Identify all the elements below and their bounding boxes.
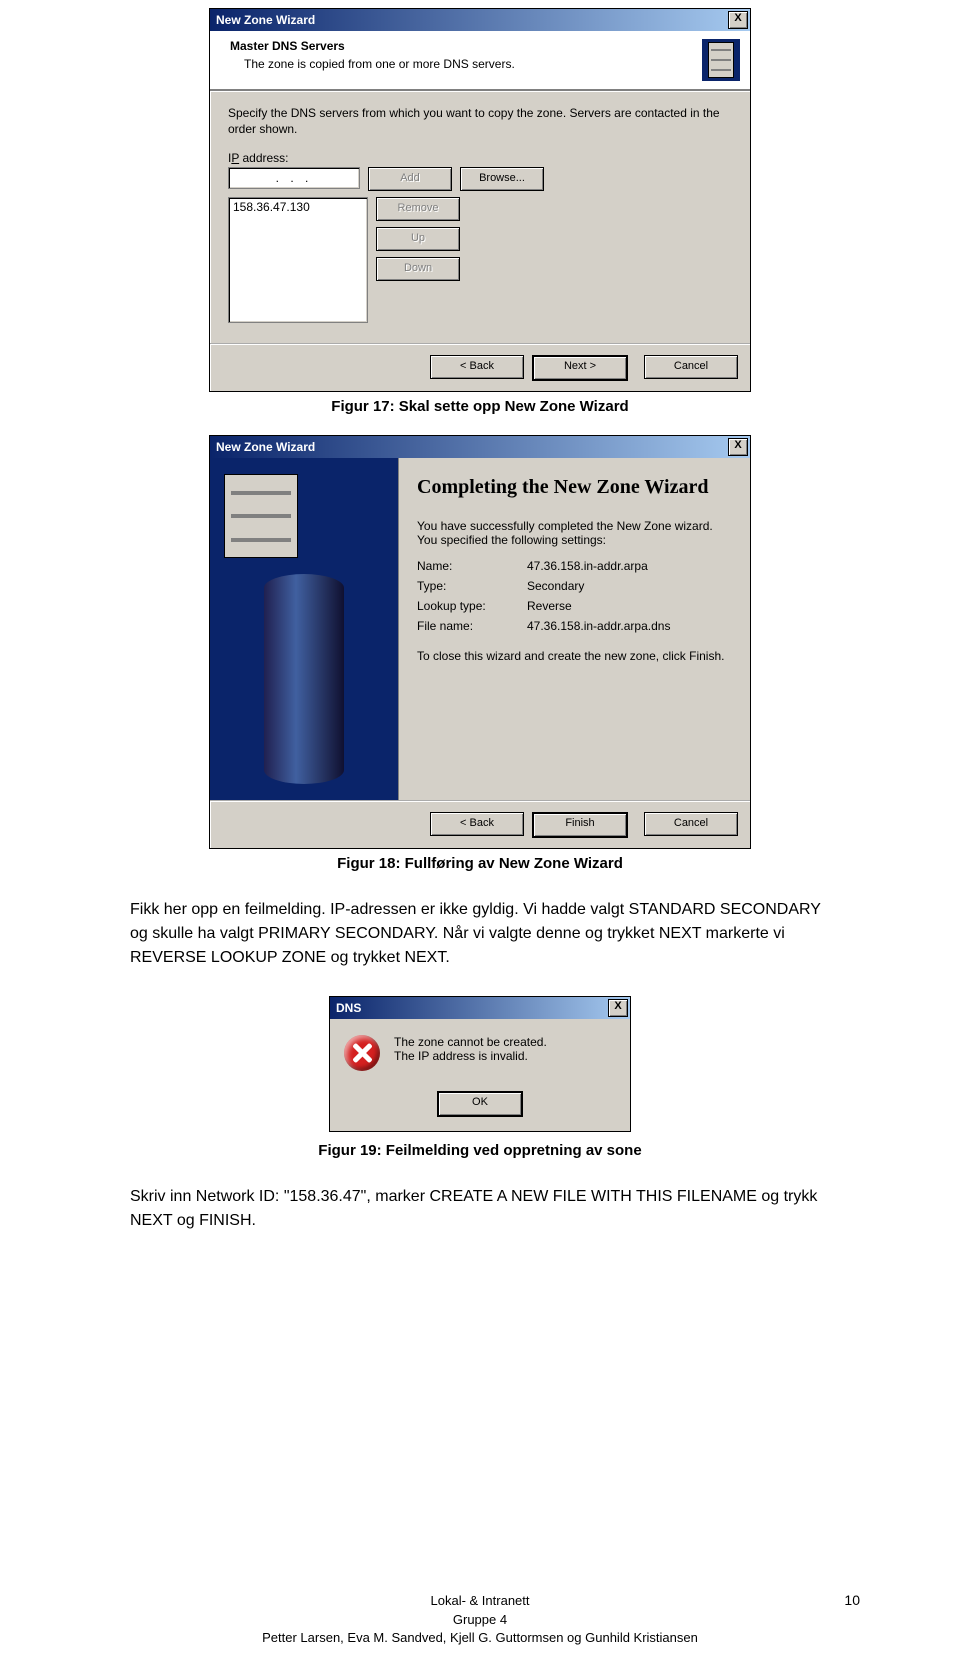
browse-button[interactable]: Browse... [460, 167, 544, 191]
footer-line-1: Lokal- & Intranett [0, 1592, 960, 1610]
lookup-label: Lookup type: [417, 599, 527, 613]
lookup-value: Reverse [527, 599, 572, 613]
finish-note: To close this wizard and create the new … [417, 649, 732, 663]
name-value: 47.36.158.in-addr.arpa [527, 559, 648, 573]
name-label: Name: [417, 559, 527, 573]
ip-address-label: IP address: [228, 151, 732, 165]
remove-button[interactable]: Remove [376, 197, 460, 221]
file-label: File name: [417, 619, 527, 633]
file-value: 47.36.158.in-addr.arpa.dns [527, 619, 670, 633]
error-icon [344, 1035, 380, 1071]
cancel-button[interactable]: Cancel [644, 812, 738, 836]
dns-server-list[interactable]: 158.36.47.130 [228, 197, 368, 323]
dns-server-entry[interactable]: 158.36.47.130 [233, 200, 363, 214]
paragraph-1: Fikk her opp en feilmelding. IP-adressen… [130, 898, 830, 970]
new-zone-wizard-dialog-2: New Zone Wizard X Completing the New Zon… [209, 435, 751, 849]
server-icon [702, 39, 740, 81]
server-icon [224, 474, 298, 558]
cylinder-graphic [264, 574, 344, 784]
back-button[interactable]: < Back [430, 812, 524, 836]
close-icon[interactable]: X [728, 438, 748, 456]
next-button[interactable]: Next > [532, 355, 628, 381]
footer-line-2: Gruppe 4 [0, 1611, 960, 1629]
up-button[interactable]: Up [376, 227, 460, 251]
figure-19-caption: Figur 19: Feilmelding ved oppretning av … [0, 1142, 960, 1159]
error-line-1: The zone cannot be created. [394, 1035, 547, 1049]
footer-line-3: Petter Larsen, Eva M. Sandved, Kjell G. … [0, 1629, 960, 1647]
intro-text: You have successfully completed the New … [417, 519, 732, 547]
figure-17-caption: Figur 17: Skal sette opp New Zone Wizard [0, 398, 960, 415]
type-label: Type: [417, 579, 527, 593]
titlebar: New Zone Wizard X [210, 9, 750, 31]
close-icon[interactable]: X [608, 999, 628, 1017]
instruction-text: Specify the DNS servers from which you w… [228, 105, 732, 137]
main-title: Completing the New Zone Wizard [417, 476, 732, 499]
add-button[interactable]: Add [368, 167, 452, 191]
page-footer: Lokal- & Intranett Gruppe 4 Petter Larse… [0, 1592, 960, 1647]
down-button[interactable]: Down [376, 257, 460, 281]
cancel-button[interactable]: Cancel [644, 355, 738, 379]
new-zone-wizard-dialog-1: New Zone Wizard X Master DNS Servers The… [209, 8, 751, 392]
dns-error-dialog: DNS X The zone cannot be created. The IP… [329, 996, 631, 1132]
wizard-header: Master DNS Servers The zone is copied fr… [210, 31, 750, 91]
wizard-side-graphic [210, 458, 399, 800]
dialog-title: New Zone Wizard [216, 13, 315, 27]
header-sub: The zone is copied from one or more DNS … [220, 57, 515, 71]
titlebar: DNS X [330, 997, 630, 1019]
header-title: Master DNS Servers [220, 39, 515, 53]
figure-18-caption: Figur 18: Fullføring av New Zone Wizard [0, 855, 960, 872]
error-line-2: The IP address is invalid. [394, 1049, 547, 1063]
wizard-footer: < Back Finish Cancel [210, 800, 750, 848]
type-value: Secondary [527, 579, 584, 593]
close-icon[interactable]: X [728, 11, 748, 29]
back-button[interactable]: < Back [430, 355, 524, 379]
titlebar: New Zone Wizard X [210, 436, 750, 458]
wizard-footer: < Back Next > Cancel [210, 343, 750, 391]
dialog-title: DNS [336, 1001, 361, 1015]
finish-button[interactable]: Finish [532, 812, 628, 838]
ip-address-input[interactable]: . . . [228, 167, 360, 189]
dialog-title: New Zone Wizard [216, 440, 315, 454]
paragraph-2: Skriv inn Network ID: "158.36.47", marke… [130, 1185, 830, 1233]
ok-button[interactable]: OK [437, 1091, 523, 1117]
page-number: 10 [844, 1592, 860, 1608]
